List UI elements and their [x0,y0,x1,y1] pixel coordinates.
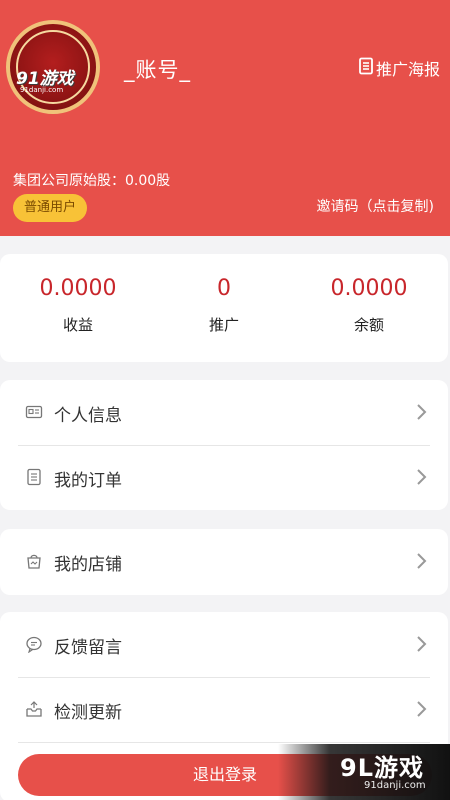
menu-item-check-update[interactable]: 检测更新 [0,677,448,742]
menu-item-my-orders[interactable]: 我的订单 [0,445,448,510]
message-bubble-icon [25,635,43,654]
user-level-badge: 普通用户 [13,194,88,222]
original-shares-text: 集团公司原始股：0.00股 [13,173,171,189]
store-bag-icon [25,552,43,570]
id-card-icon [25,403,43,421]
menu-item-personal-info[interactable]: 个人信息 [0,380,448,445]
chevron-right-icon [416,634,428,654]
account-name: _账号_ [124,58,191,82]
menu-group-store: 我的店铺 [0,529,448,595]
stat-label: 余额 [353,316,384,334]
order-list-icon [25,468,43,486]
promotion-poster-label: 推广海报 [375,60,440,79]
avatar[interactable]: 91游戏 91danji.com [6,20,100,114]
watermark-url: 91danji.com [364,780,426,791]
chevron-right-icon [416,699,428,719]
divider [18,742,430,743]
menu-label: 我的店铺 [54,555,122,575]
promotion-poster-button[interactable]: 推广海报 [358,56,440,80]
watermark-brand: 9L游戏 [340,754,424,782]
stat-label: 收益 [62,316,93,334]
menu-group-account: 个人信息 我的订单 [0,380,448,510]
stat-value: 0 [217,276,231,301]
stat-value: 0.0000 [330,276,408,301]
menu-item-my-store[interactable]: 我的店铺 [0,529,448,594]
invite-code-copy[interactable]: 邀请码（点击复制) [317,196,434,216]
avatar-watermark-url: 91danji.com [20,86,64,94]
chevron-right-icon [416,467,428,487]
menu-label: 检测更新 [54,703,122,723]
chevron-right-icon [416,402,428,422]
profile-header: 91游戏 91danji.com _账号_ 推广海报 集团公司原始股：0.00股… [0,0,450,236]
stat-value: 0.0000 [39,276,117,301]
update-inbox-icon [25,700,43,718]
stat-label: 推广 [208,316,239,334]
menu-label: 反馈留言 [54,638,122,658]
site-watermark: 9L游戏 91danji.com [278,744,450,800]
chevron-right-icon [416,551,428,571]
menu-label: 我的订单 [54,471,122,491]
menu-label: 个人信息 [54,406,122,426]
menu-item-feedback[interactable]: 反馈留言 [0,612,448,677]
stats-card: 0.0000 收益 0 推广 0.0000 余额 [0,254,448,362]
document-icon [358,57,374,79]
